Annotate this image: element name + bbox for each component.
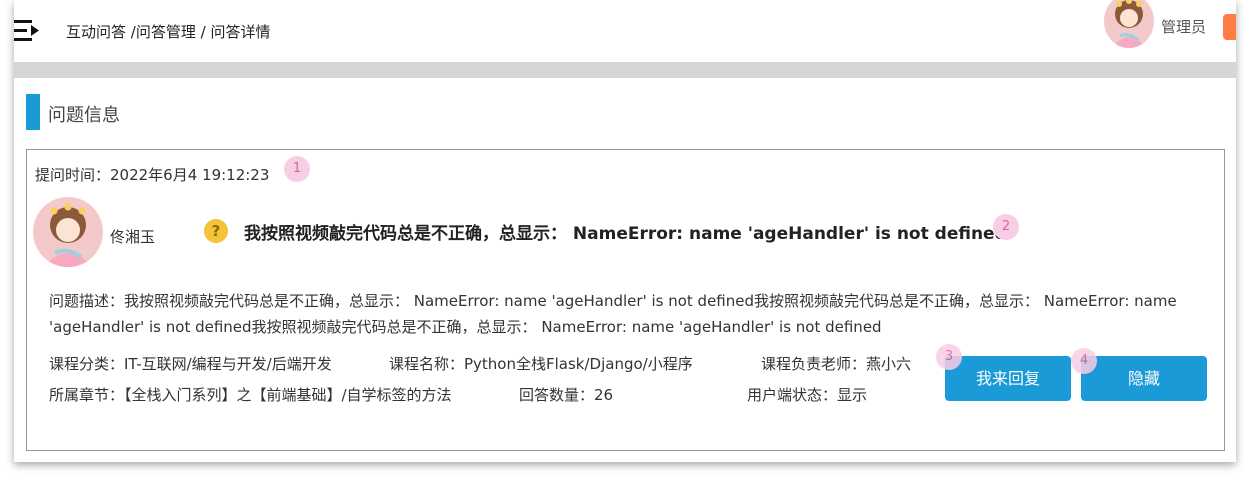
question-description: 问题描述：我按照视频敲完代码总是不正确，总显示： NameError: name…	[49, 292, 1177, 336]
user-status: 用户端状态：显示	[747, 386, 868, 404]
top-bar: 互动问答 /问答管理 / 问答详情 管理员	[14, 0, 1236, 62]
separator-bar	[14, 62, 1236, 78]
question-card: 提问时间：2022年6月4 19:12:23 1 佟湘玉 ? 我按照视频敲完代码…	[26, 149, 1225, 451]
breadcrumb-item-qa-management[interactable]: 问答管理	[136, 23, 196, 41]
step-badge-1: 1	[284, 156, 310, 182]
breadcrumb-item-interactive-qa[interactable]: 互动问答	[66, 23, 126, 41]
hide-button[interactable]: 隐藏	[1081, 356, 1207, 401]
course-chapter: 所属章节：【全栈入门系列】之【前端基础】/自学标签的方法	[49, 386, 452, 404]
menu-toggle-icon[interactable]	[14, 18, 42, 44]
app-frame: 互动问答 /问答管理 / 问答详情 管理员 问题信息 提问时间：2022年6月4…	[14, 0, 1236, 462]
user-name: 佟湘玉	[110, 228, 156, 246]
breadcrumb: 互动问答 /问答管理 / 问答详情	[66, 21, 270, 42]
step-badge-3: 3	[936, 344, 962, 370]
ask-time: 提问时间：2022年6月4 19:12:23	[35, 166, 270, 184]
answer-count: 回答数量：26	[519, 386, 614, 404]
user-avatar	[33, 197, 103, 267]
admin-dropdown-tab[interactable]	[1223, 14, 1236, 40]
breadcrumb-item-qa-detail: 问答详情	[210, 23, 271, 41]
question-title: 我按照视频敲完代码总是不正确，总显示： NameError: name 'age…	[244, 224, 1007, 244]
course-teacher: 课程负责老师：燕小六	[761, 355, 912, 373]
course-name: 课程名称：Python全栈Flask/Django/小程序	[389, 355, 693, 373]
question-mark-icon: ?	[204, 219, 228, 243]
admin-avatar[interactable]	[1104, 0, 1154, 48]
step-badge-2: 2	[993, 214, 1019, 240]
step-badge-4: 4	[1071, 348, 1097, 374]
breadcrumb-separator: /	[126, 23, 136, 41]
course-category: 课程分类：IT-互联网/编程与开发/后端开发	[49, 355, 332, 373]
admin-name[interactable]: 管理员	[1161, 16, 1206, 37]
breadcrumb-separator: /	[195, 23, 211, 41]
section-accent-bar	[26, 94, 40, 130]
reply-button[interactable]: 我来回复	[945, 356, 1071, 401]
section-title: 问题信息	[48, 105, 120, 126]
